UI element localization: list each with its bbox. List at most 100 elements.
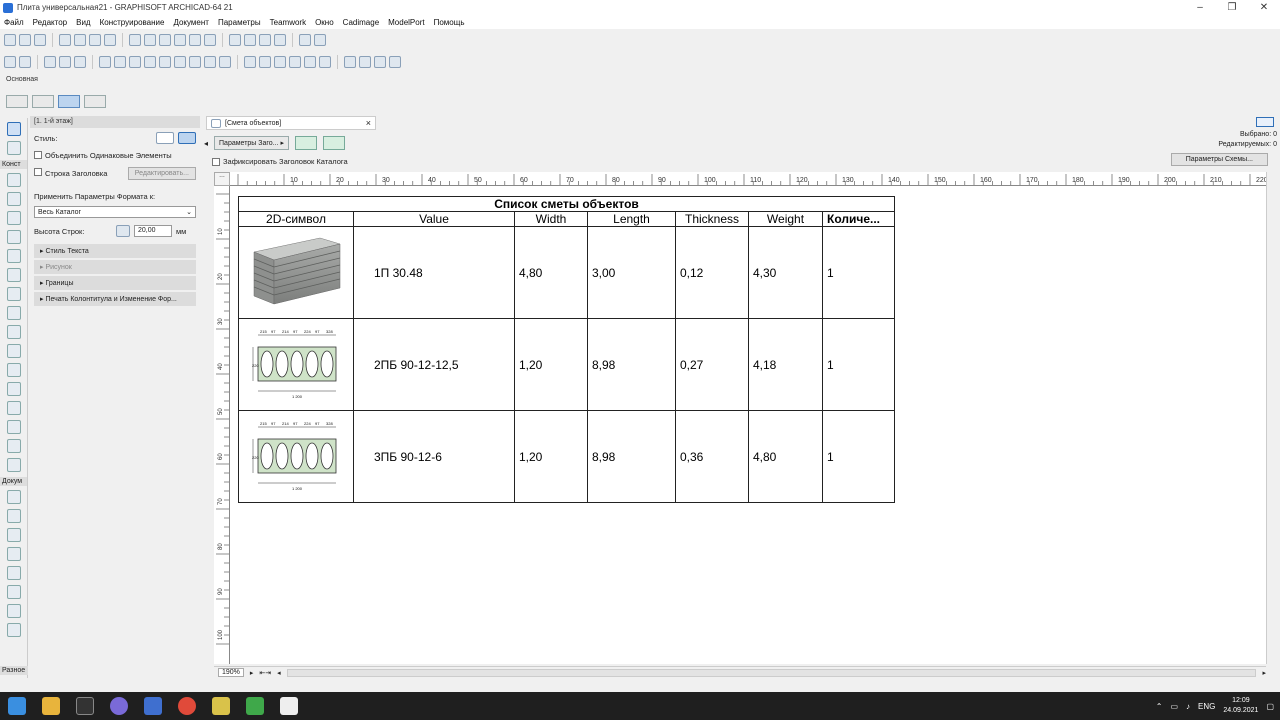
morph-tool-icon[interactable] — [6, 420, 21, 434]
eraser-icon[interactable] — [159, 56, 171, 68]
menu-design[interactable]: Конструирование — [100, 18, 165, 27]
row-height-input[interactable]: 20,00 — [134, 225, 172, 237]
arrow-tool-icon[interactable] — [6, 122, 21, 136]
horizontal-scrollbar[interactable] — [286, 668, 1257, 677]
section-print-header[interactable]: ▸ Печать Колонтитула и Изменение Фор... — [34, 292, 196, 306]
fit-width-icon[interactable]: ⇤⇥ — [259, 669, 271, 677]
zoom-in-icon[interactable]: ▸ — [250, 669, 254, 677]
renovation-button[interactable] — [58, 95, 80, 108]
vertical-scrollbar[interactable] — [1266, 172, 1280, 664]
slab-tool-icon[interactable] — [6, 287, 21, 301]
forward-icon[interactable] — [259, 34, 271, 46]
style-grid-icon[interactable] — [156, 132, 174, 144]
style-table-icon[interactable] — [178, 132, 196, 144]
text-tool-icon[interactable] — [6, 528, 21, 542]
wall-tool-icon[interactable] — [6, 173, 21, 187]
network-icon[interactable]: ▭ — [1170, 702, 1178, 711]
menu-window[interactable]: Окно — [315, 18, 334, 27]
filter-icon[interactable] — [204, 56, 216, 68]
tab-close-icon[interactable]: × — [366, 118, 371, 128]
menu-modelport[interactable]: ModelPort — [388, 18, 424, 27]
chevron-up-icon[interactable]: ⌃ — [1156, 702, 1163, 711]
explode-icon[interactable] — [344, 56, 356, 68]
object-schedule-table[interactable]: Список сметы объектов 2D-символ Value Wi… — [238, 196, 895, 503]
undo-icon[interactable] — [4, 56, 16, 68]
align-center-icon[interactable] — [144, 34, 156, 46]
fix-header-checkbox[interactable] — [212, 157, 220, 166]
print-icon[interactable] — [34, 34, 46, 46]
cursor-snap-icon[interactable] — [114, 56, 126, 68]
lock-icon[interactable] — [189, 56, 201, 68]
mirror-icon[interactable] — [274, 56, 286, 68]
ungroup-icon[interactable] — [204, 34, 216, 46]
open-icon[interactable] — [4, 34, 16, 46]
layers-icon[interactable] — [59, 34, 71, 46]
trim-icon[interactable] — [359, 56, 371, 68]
chrome-icon[interactable] — [178, 697, 196, 715]
resize-icon[interactable] — [304, 56, 316, 68]
inject-icon[interactable] — [74, 56, 86, 68]
redo-icon[interactable] — [19, 56, 31, 68]
mesh-tool-icon[interactable] — [6, 382, 21, 396]
minimize-button[interactable]: – — [1184, 0, 1216, 15]
label-tool-icon[interactable] — [6, 547, 21, 561]
window-tool-icon[interactable] — [6, 211, 21, 225]
home-icon[interactable] — [319, 56, 331, 68]
menu-document[interactable]: Документ — [173, 18, 209, 27]
table-row[interactable]: 1П 30.48 4,80 3,00 0,12 4,30 1 — [238, 226, 895, 319]
grid-icon[interactable] — [299, 34, 311, 46]
table-row[interactable]: 215 97 214 97 224 97 328 1 200 220 2ПБ 90-12-12,… — [238, 318, 895, 411]
col-weight[interactable]: Weight — [748, 211, 823, 227]
col-2d-symbol[interactable]: 2D-символ — [238, 211, 354, 227]
fill-tool-icon[interactable] — [6, 566, 21, 580]
viber-icon[interactable] — [110, 697, 128, 715]
split-icon[interactable] — [374, 56, 386, 68]
polyline-tool-icon[interactable] — [6, 623, 21, 637]
menu-cadimage[interactable]: Cadimage — [343, 18, 379, 27]
menu-teamwork[interactable]: Teamwork — [270, 18, 306, 27]
fit-columns-icon[interactable] — [295, 136, 317, 150]
quick-options-button[interactable] — [6, 95, 28, 108]
col-thickness[interactable]: Thickness — [675, 211, 749, 227]
beam-tool-icon[interactable] — [6, 268, 21, 282]
rotate-icon[interactable] — [259, 56, 271, 68]
merge-checkbox[interactable] — [34, 151, 42, 159]
shell-tool-icon[interactable] — [6, 363, 21, 377]
col-width[interactable]: Width — [514, 211, 588, 227]
stair-tool-icon[interactable] — [6, 306, 21, 320]
scroll-right-icon[interactable]: ▸ — [1262, 669, 1266, 677]
arrow-pointer-button[interactable] — [84, 95, 106, 108]
terminal-icon[interactable] — [76, 697, 94, 715]
menu-file[interactable]: Файл — [4, 18, 24, 27]
volume-icon[interactable]: ♪ — [1186, 702, 1190, 711]
menu-view[interactable]: Вид — [76, 18, 90, 27]
send-back-icon[interactable] — [244, 34, 256, 46]
lamp-tool-icon[interactable] — [6, 439, 21, 453]
fit-rows-icon[interactable] — [323, 136, 345, 150]
tab-schedule[interactable]: [Смета объектов] × — [206, 116, 376, 130]
archicad-taskbar-icon[interactable] — [144, 697, 162, 715]
railing-tool-icon[interactable] — [6, 325, 21, 339]
align-right-icon[interactable] — [159, 34, 171, 46]
marquee-tool-icon[interactable] — [6, 141, 21, 155]
edit-button[interactable]: Редактировать... — [127, 166, 196, 180]
header-params-button[interactable]: Параметры Заго... ▸ — [214, 136, 289, 150]
level-tool-icon[interactable] — [6, 509, 21, 523]
line-tool-icon[interactable] — [6, 585, 21, 599]
distribute-icon[interactable] — [174, 34, 186, 46]
section-text-style[interactable]: ▸ Стиль Текста — [34, 244, 196, 258]
hash-grid-icon[interactable] — [144, 56, 156, 68]
rectangle-icon[interactable] — [174, 56, 186, 68]
ruler-corner[interactable]: … — [214, 172, 230, 186]
dimension-tool-icon[interactable] — [6, 490, 21, 504]
folder-icon[interactable] — [212, 697, 230, 715]
schema-params-button[interactable]: Параметры Схемы... — [1170, 153, 1268, 166]
eye-icon[interactable] — [389, 56, 401, 68]
app-icon[interactable] — [280, 697, 298, 715]
zoom-level[interactable]: 190% — [218, 668, 244, 677]
col-value[interactable]: Value — [353, 211, 515, 227]
view-layout-icon[interactable] — [1256, 117, 1274, 127]
floor-plan-icon[interactable] — [104, 34, 116, 46]
toolbox-document-label[interactable]: Докум — [0, 477, 27, 486]
scroll-left-icon[interactable]: ◂ — [277, 669, 281, 677]
